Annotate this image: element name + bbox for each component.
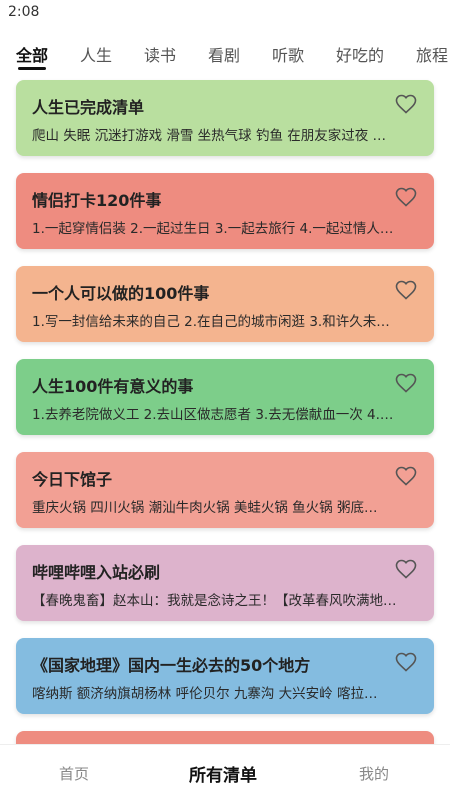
heart-icon[interactable] bbox=[394, 464, 418, 488]
heart-icon[interactable] bbox=[394, 185, 418, 209]
list-card[interactable]: 人生已完成清单 爬山 失眠 沉迷打游戏 滑雪 坐热气球 钓鱼 在朋友家过夜 … bbox=[16, 80, 434, 156]
list-card[interactable]: 哔哩哔哩入站必刷 【春晚鬼畜】赵本山：我就是念诗之王！【改革春风吹满地… bbox=[16, 545, 434, 621]
card-items-preview: 1.去养老院做义工 2.去山区做志愿者 3.去无偿献血一次 4.… bbox=[32, 407, 394, 423]
tab-reading[interactable]: 读书 bbox=[144, 42, 176, 66]
card-title: 一个人可以做的100件事 bbox=[32, 284, 210, 303]
list-card[interactable]: 情侣打卡120件事 1.一起穿情侣装 2.一起过生日 3.一起去旅行 4.一起过… bbox=[16, 173, 434, 249]
list-card[interactable] bbox=[16, 731, 434, 744]
card-title: 情侣打卡120件事 bbox=[32, 191, 162, 210]
list-card[interactable]: 今日下馆子 重庆火锅 四川火锅 潮汕牛肉火锅 美蛙火锅 鱼火锅 粥底… bbox=[16, 452, 434, 528]
heart-icon[interactable] bbox=[394, 650, 418, 674]
card-items-preview: 1.一起穿情侣装 2.一起过生日 3.一起去旅行 4.一起过情人… bbox=[32, 221, 394, 237]
tab-music[interactable]: 听歌 bbox=[272, 42, 304, 66]
card-title: 哔哩哔哩入站必刷 bbox=[32, 563, 161, 582]
list-card[interactable]: 人生100件有意义的事 1.去养老院做义工 2.去山区做志愿者 3.去无偿献血一… bbox=[16, 359, 434, 435]
nav-mine[interactable]: 我的 bbox=[359, 763, 389, 784]
card-title: 今日下馆子 bbox=[32, 470, 113, 489]
heart-icon[interactable] bbox=[394, 371, 418, 395]
status-time: 2:08 bbox=[8, 4, 40, 20]
card-title: 《国家地理》国内一生必去的50个地方 bbox=[32, 656, 311, 675]
checklist-list: 人生已完成清单 爬山 失眠 沉迷打游戏 滑雪 坐热气球 钓鱼 在朋友家过夜 … … bbox=[0, 72, 450, 744]
card-items-preview: 【春晚鬼畜】赵本山：我就是念诗之王！【改革春风吹满地… bbox=[32, 593, 397, 609]
card-items-preview: 重庆火锅 四川火锅 潮汕牛肉火锅 美蛙火锅 鱼火锅 粥底… bbox=[32, 500, 378, 516]
tab-food[interactable]: 好吃的 bbox=[336, 42, 384, 66]
list-card[interactable]: 《国家地理》国内一生必去的50个地方 喀纳斯 额济纳旗胡杨林 呼伦贝尔 九寨沟 … bbox=[16, 638, 434, 714]
status-bar: 2:08 bbox=[0, 0, 450, 28]
heart-icon[interactable] bbox=[394, 92, 418, 116]
active-tab-indicator bbox=[18, 67, 46, 70]
heart-icon[interactable] bbox=[394, 278, 418, 302]
heart-icon[interactable] bbox=[394, 557, 418, 581]
nav-home[interactable]: 首页 bbox=[59, 763, 89, 784]
category-tab-bar: 全部 人生 读书 看剧 听歌 好吃的 旅程 bbox=[0, 36, 450, 72]
card-items-preview: 喀纳斯 额济纳旗胡杨林 呼伦贝尔 九寨沟 大兴安岭 喀拉… bbox=[32, 686, 378, 702]
list-card[interactable]: 一个人可以做的100件事 1.写一封信给未来的自己 2.在自己的城市闲逛 3.和… bbox=[16, 266, 434, 342]
card-title: 人生100件有意义的事 bbox=[32, 377, 194, 396]
tab-all[interactable]: 全部 bbox=[16, 42, 48, 66]
card-title: 人生已完成清单 bbox=[32, 98, 145, 117]
tab-travel[interactable]: 旅程 bbox=[416, 42, 448, 66]
bottom-nav: 首页 所有清单 我的 bbox=[0, 744, 450, 800]
card-items-preview: 1.写一封信给未来的自己 2.在自己的城市闲逛 3.和许久未… bbox=[32, 314, 390, 330]
card-items-preview: 爬山 失眠 沉迷打游戏 滑雪 坐热气球 钓鱼 在朋友家过夜 … bbox=[32, 128, 387, 144]
tab-dramas[interactable]: 看剧 bbox=[208, 42, 240, 66]
tab-life[interactable]: 人生 bbox=[80, 42, 112, 66]
nav-all-lists[interactable]: 所有清单 bbox=[189, 761, 257, 786]
